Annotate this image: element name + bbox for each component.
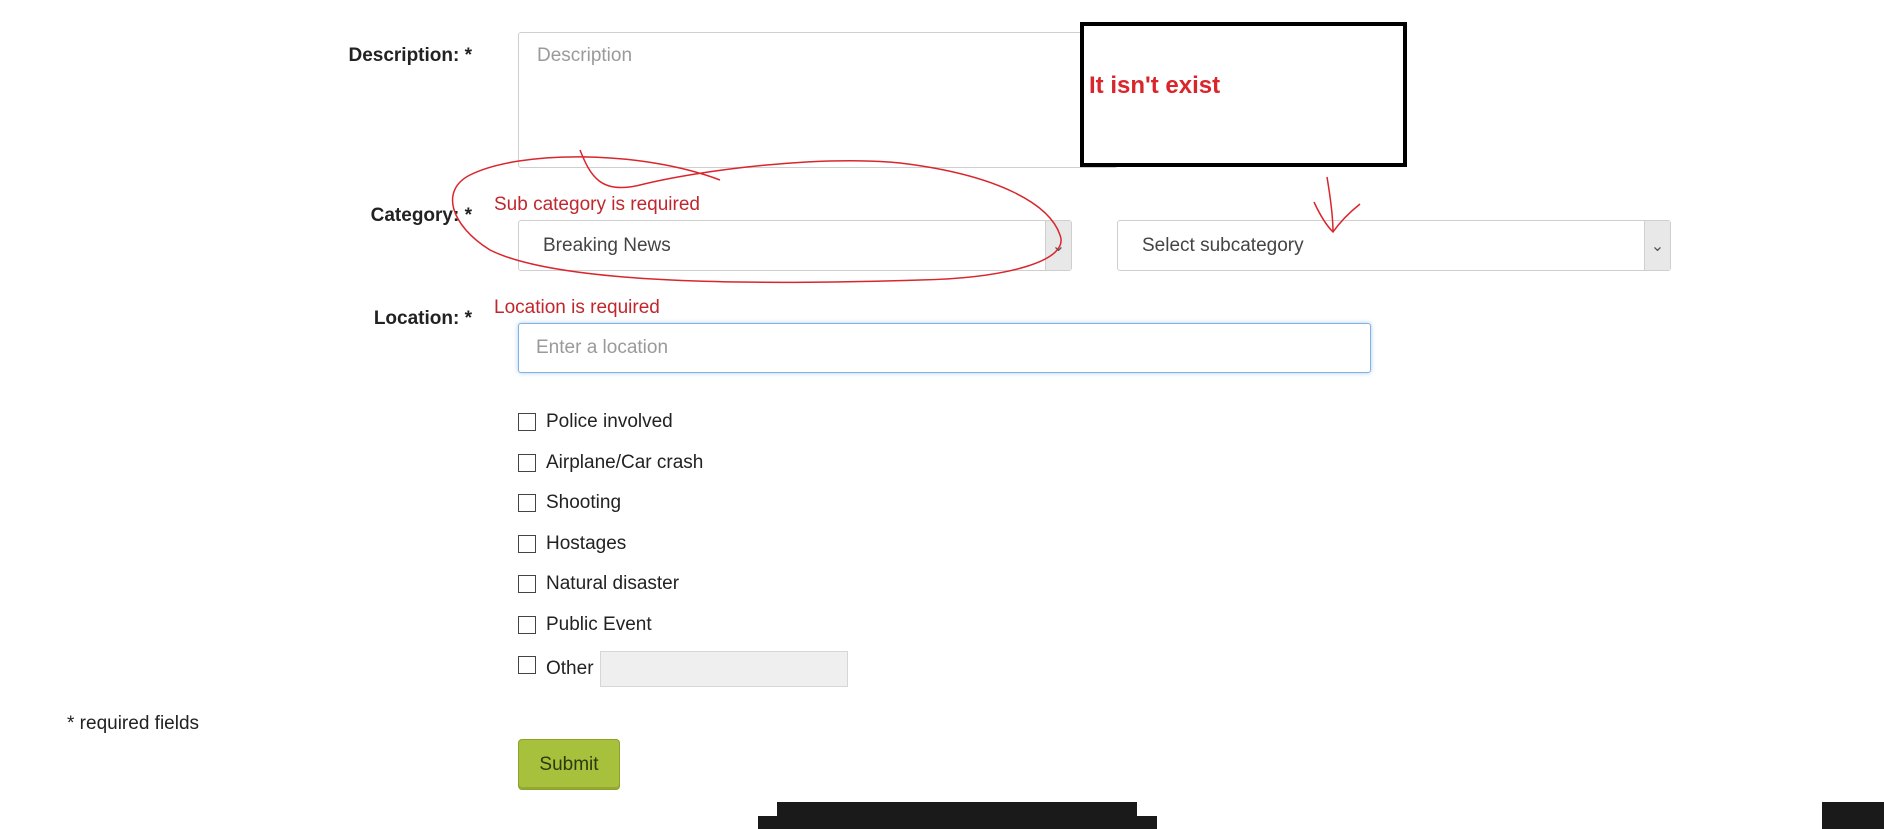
description-textarea[interactable] (518, 32, 1118, 168)
location-error: Location is required (494, 297, 660, 318)
checkbox-label: Shooting (546, 492, 622, 513)
checkbox-box[interactable] (518, 494, 536, 512)
checkbox-natural-disaster[interactable]: Natural disaster (518, 569, 918, 599)
footer-corner (1822, 802, 1884, 829)
annotation-note: It isn't exist (1089, 72, 1221, 99)
checkbox-label: Hostages (546, 532, 627, 554)
checkbox-box[interactable] (518, 656, 536, 674)
checkbox-box[interactable] (518, 534, 536, 553)
checkbox-other[interactable]: Other (518, 650, 918, 688)
chevron-down-icon: ⌄ (1045, 221, 1071, 270)
checkbox-police-involved[interactable]: Police involved (518, 407, 918, 437)
checkbox-label: Police involved (546, 411, 673, 432)
other-text-input[interactable] (599, 651, 848, 687)
required-fields-note: * required fields (67, 713, 200, 734)
checkbox-public-event[interactable]: Public Event (518, 610, 918, 640)
location-label: Location: * (373, 308, 472, 329)
checkbox-label: Natural disaster (546, 573, 680, 594)
incident-checkbox-list: Police involved Airplane/Car crash Shoot… (518, 407, 918, 688)
footer-bar (758, 816, 1157, 829)
location-input[interactable] (518, 323, 1371, 373)
subcategory-select[interactable]: Select subcategory ⌄ (1117, 220, 1671, 271)
chevron-down-icon: ⌄ (1644, 221, 1670, 270)
checkbox-shooting[interactable]: Shooting (518, 488, 918, 518)
checkbox-airplane-car-crash[interactable]: Airplane/Car crash (518, 448, 918, 478)
checkbox-box[interactable] (518, 413, 536, 431)
checkbox-box[interactable] (518, 615, 536, 634)
category-select[interactable]: Breaking News ⌄ (518, 220, 1072, 271)
category-label: Category: * (370, 205, 472, 226)
submit-button[interactable]: Submit (518, 739, 620, 790)
checkbox-label: Other (546, 658, 594, 679)
category-select-value: Breaking News (543, 234, 671, 256)
subcategory-select-value: Select subcategory (1142, 234, 1304, 256)
checkbox-label: Airplane/Car crash (546, 451, 704, 473)
description-label: Description: * (348, 45, 472, 66)
checkbox-box[interactable] (518, 453, 536, 472)
checkbox-hostages[interactable]: Hostages (518, 529, 918, 559)
checkbox-box[interactable] (518, 575, 536, 593)
subcategory-error: Sub category is required (494, 194, 700, 215)
checkbox-label: Public Event (546, 613, 652, 635)
